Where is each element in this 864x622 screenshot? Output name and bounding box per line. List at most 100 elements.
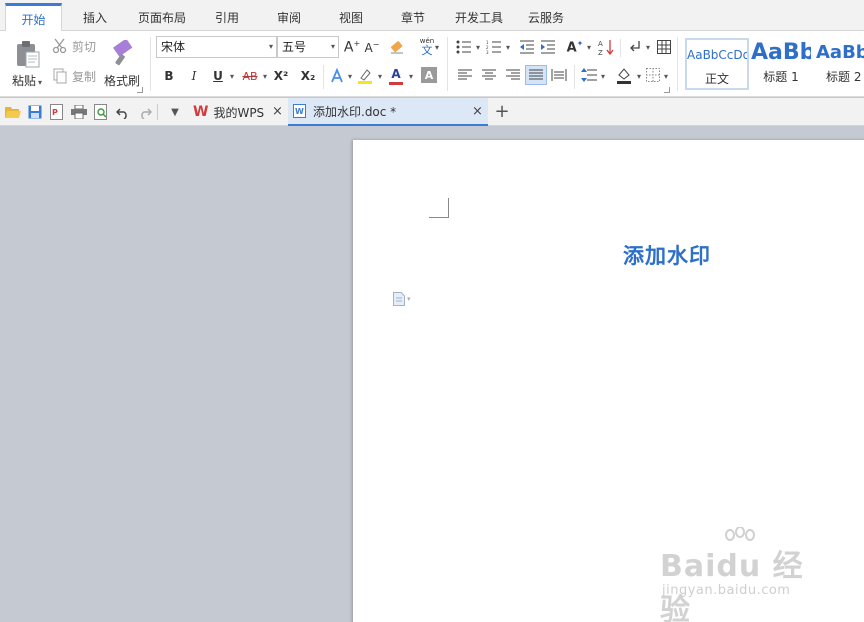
decrease-indent-button[interactable] — [518, 38, 536, 56]
tab-review[interactable]: 审阅 — [264, 5, 314, 31]
text-effect-button[interactable] — [328, 66, 346, 86]
table-icon — [657, 40, 671, 54]
table-button[interactable] — [655, 38, 673, 56]
font-color-swatch — [389, 81, 403, 85]
font-size-select[interactable]: 五号 ▾ — [277, 36, 339, 58]
text-effect-icon — [331, 68, 343, 83]
tab-references[interactable]: 引用 — [202, 5, 252, 31]
justify-button[interactable] — [525, 65, 547, 85]
italic-button[interactable]: I — [185, 66, 203, 86]
font-color-button[interactable]: A — [386, 64, 406, 86]
cut-button[interactable]: 剪切 — [52, 37, 96, 55]
close-icon[interactable]: × — [472, 104, 483, 119]
align-right-button[interactable] — [505, 67, 521, 83]
distribute-button[interactable] — [550, 67, 568, 83]
change-case-button[interactable]: A✦ — [564, 37, 586, 57]
tab-cloud-service[interactable]: 云服务 — [518, 5, 574, 31]
font-name-select[interactable]: 宋体 ▾ — [156, 36, 277, 58]
chevron-down-icon: ▾ — [476, 43, 481, 52]
new-tab-button[interactable]: + — [493, 100, 511, 122]
show-marks-button[interactable] — [626, 38, 644, 56]
bullet-list-button[interactable] — [454, 38, 474, 56]
align-center-icon — [482, 69, 496, 80]
undo-icon — [116, 108, 127, 119]
chevron-down-icon: ▾ — [601, 72, 606, 81]
doc-tab-active-document[interactable]: W 添加水印.doc * × — [288, 98, 488, 126]
bullet-list-icon — [456, 40, 471, 54]
print-button[interactable] — [70, 103, 88, 121]
superscript-button[interactable]: X² — [271, 66, 291, 86]
chevron-down-icon: ▾ — [506, 43, 511, 52]
underline-button[interactable]: U — [209, 66, 227, 86]
paragraph-layout-button[interactable]: ▾ — [393, 292, 411, 306]
format-painter-button[interactable]: 格式刷 — [102, 35, 142, 93]
chevron-down-icon: ▾ — [230, 72, 235, 81]
tab-page-layout[interactable]: 页面布局 — [130, 5, 194, 31]
style-heading-1-label: 标题 1 — [763, 70, 799, 84]
svg-text:W: W — [295, 107, 304, 116]
chevron-down-icon: ▼ — [171, 106, 179, 118]
tab-home[interactable]: 开始 — [5, 3, 62, 32]
chevron-down-icon: ▾ — [646, 43, 651, 52]
paragraph-dialog-launcher[interactable] — [664, 87, 670, 93]
watermark-url: jingyan.baidu.com — [662, 583, 791, 598]
doc-tab-my-wps[interactable]: W 我的WPS × — [188, 98, 288, 126]
plus-icon: + — [494, 100, 510, 122]
subscript-button[interactable]: X₂ — [298, 66, 318, 86]
svg-text:A: A — [598, 40, 603, 48]
strikethrough-button[interactable]: AB — [239, 66, 261, 86]
paste-button[interactable]: 粘贴 ▾ — [8, 35, 46, 93]
grow-font-button[interactable]: A+ — [343, 38, 361, 56]
highlighter-icon — [358, 69, 372, 84]
shrink-font-button[interactable]: A− — [363, 38, 381, 56]
style-normal[interactable]: AaBbCcDd 正文 — [685, 38, 749, 90]
border-icon — [646, 68, 660, 82]
save-button[interactable] — [26, 103, 44, 121]
scissors-icon — [52, 38, 67, 54]
open-button[interactable] — [4, 103, 22, 121]
tab-section[interactable]: 章节 — [388, 5, 438, 31]
style-normal-preview: AaBbCcDd — [687, 48, 747, 62]
redo-icon — [141, 108, 152, 119]
tab-insert[interactable]: 插入 — [70, 5, 120, 31]
copy-icon — [53, 68, 67, 84]
style-heading-1-preview: AaBb — [751, 40, 811, 65]
chevron-down-icon: ▾ — [407, 295, 411, 303]
paste-icon — [17, 40, 40, 67]
folder-open-icon — [5, 107, 21, 118]
align-left-button[interactable] — [457, 67, 473, 83]
cut-label: 剪切 — [72, 39, 97, 54]
style-heading-2-label: 标题 2 — [826, 70, 862, 84]
export-pdf-button[interactable]: P — [48, 103, 66, 121]
chevron-down-icon: ▾ — [435, 43, 440, 52]
print-preview-button[interactable] — [92, 103, 110, 121]
undo-button[interactable] — [114, 103, 132, 121]
tab-view[interactable]: 视图 — [326, 5, 376, 31]
customize-toolbar-button[interactable]: ▼ — [166, 103, 184, 121]
character-shading-button[interactable]: A — [421, 67, 437, 83]
chevron-down-icon: ▾ — [587, 43, 592, 52]
numbered-list-button[interactable]: 123 — [484, 38, 504, 56]
divider — [574, 65, 575, 89]
redo-button[interactable] — [136, 103, 154, 121]
close-icon[interactable]: × — [272, 104, 283, 119]
shading-button[interactable] — [614, 65, 634, 85]
outdent-icon — [520, 40, 534, 54]
borders-button[interactable] — [645, 67, 661, 83]
clear-format-button[interactable] — [388, 38, 406, 56]
tab-developer-tools[interactable]: 开发工具 — [448, 5, 510, 31]
sort-button[interactable]: AZ — [597, 37, 615, 57]
style-heading-1[interactable]: AaBb 标题 1 — [751, 38, 811, 90]
divider — [157, 104, 158, 120]
clipboard-dialog-launcher[interactable] — [137, 87, 143, 93]
bold-button[interactable]: B — [160, 66, 178, 86]
line-spacing-button[interactable] — [580, 67, 598, 83]
page-margin-marker — [429, 198, 449, 218]
highlight-button[interactable] — [355, 66, 375, 86]
align-center-button[interactable] — [481, 67, 497, 83]
increase-indent-button[interactable] — [539, 38, 557, 56]
printer-icon — [71, 105, 87, 119]
grow-font-icon: A+ — [343, 38, 361, 56]
copy-button[interactable]: 复制 — [52, 67, 96, 85]
style-heading-2[interactable]: AaBb 标题 2 — [813, 38, 864, 90]
